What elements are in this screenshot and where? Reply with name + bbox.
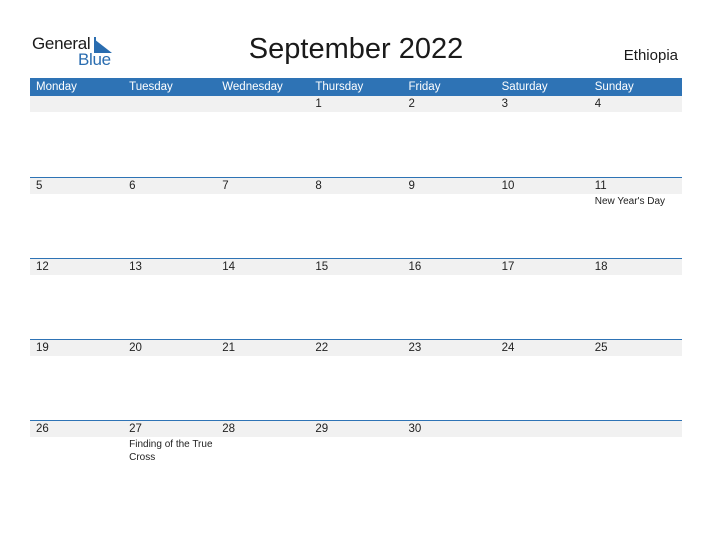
day-cell: 27 Finding of the True Cross <box>123 421 216 464</box>
day-number: 21 <box>222 342 236 354</box>
day-number: 25 <box>594 342 608 354</box>
week-cells: 1 2 3 4 <box>30 96 682 113</box>
day-cell: 1 <box>309 96 402 113</box>
day-cell <box>30 96 123 113</box>
day-number: 8 <box>315 180 322 192</box>
country-label: Ethiopia <box>623 47 678 64</box>
week-row: 26 27 Finding of the True Cross 28 29 30 <box>30 420 682 502</box>
day-cell: 19 <box>30 340 123 357</box>
day-number: 9 <box>408 180 415 192</box>
weekday-saturday: Saturday <box>501 81 548 93</box>
day-number: 1 <box>315 98 322 110</box>
day-cell: 14 <box>216 259 309 276</box>
day-cell: 9 <box>403 178 496 208</box>
day-number: 19 <box>36 342 49 354</box>
day-cell: 24 <box>496 340 589 357</box>
day-cell: 25 <box>589 340 682 357</box>
day-number: 23 <box>408 342 422 354</box>
holiday-label: Finding of the True Cross <box>129 439 213 463</box>
day-cell: 29 <box>309 421 402 464</box>
week-row: 1 2 3 4 <box>30 96 682 177</box>
day-number: 14 <box>222 261 236 273</box>
day-cell: 22 <box>309 340 402 357</box>
week-cells: 5 6 7 8 9 10 11 New Year's Day <box>30 178 682 208</box>
weekday-friday: Friday <box>408 81 441 93</box>
day-number: 7 <box>222 180 229 192</box>
day-number: 17 <box>501 261 515 273</box>
day-number <box>595 421 682 437</box>
holiday-label: New Year's Day <box>594 196 666 207</box>
day-number: 10 <box>501 180 515 192</box>
day-number <box>502 421 589 437</box>
day-number: 30 <box>408 423 422 435</box>
day-cell: 4 <box>589 96 682 113</box>
day-number: 3 <box>501 98 509 110</box>
day-number: 20 <box>129 342 142 354</box>
day-cell: 5 <box>30 178 123 208</box>
day-number <box>222 96 309 112</box>
day-number: 12 <box>36 261 49 273</box>
day-number: 2 <box>408 98 415 110</box>
day-cell: 20 <box>123 340 216 357</box>
day-number: 18 <box>594 261 608 273</box>
weekday-header: Monday Tuesday Wednesday Thursday Friday… <box>30 78 682 96</box>
calendar-title: September 2022 <box>248 33 464 65</box>
day-number: 22 <box>315 342 329 354</box>
day-cell: 16 <box>403 259 496 276</box>
day-cell: 13 <box>123 259 216 276</box>
day-number: 28 <box>222 423 236 435</box>
week-cells: 12 13 14 15 16 17 18 <box>30 259 682 276</box>
day-number: 11 <box>594 180 607 192</box>
day-cell: 3 <box>496 96 589 113</box>
week-row: 19 20 21 22 23 24 25 <box>30 339 682 421</box>
day-number <box>129 96 216 112</box>
day-cell: 6 <box>123 178 216 208</box>
week-row: 5 6 7 8 9 10 11 New Year's Day <box>30 177 682 259</box>
day-cell: 17 <box>496 259 589 276</box>
day-number: 5 <box>36 180 43 192</box>
day-cell <box>496 421 589 464</box>
day-cell: 10 <box>496 178 589 208</box>
day-number: 6 <box>129 180 136 192</box>
weekday-wednesday: Wednesday <box>222 81 283 93</box>
day-cell: 15 <box>309 259 402 276</box>
day-number: 16 <box>408 261 422 273</box>
day-cell <box>216 96 309 113</box>
week-row: 12 13 14 15 16 17 18 <box>30 258 682 340</box>
day-number: 27 <box>129 423 142 435</box>
day-number: 24 <box>501 342 515 354</box>
day-cell: 11 New Year's Day <box>589 178 682 208</box>
day-cell: 28 <box>216 421 309 464</box>
day-cell: 7 <box>216 178 309 208</box>
week-cells: 26 27 Finding of the True Cross 28 29 30 <box>30 421 682 464</box>
day-number <box>36 96 123 112</box>
day-cell: 18 <box>589 259 682 276</box>
day-cell: 8 <box>309 178 402 208</box>
day-cell <box>589 421 682 464</box>
weekday-tuesday: Tuesday <box>129 81 173 93</box>
day-number: 26 <box>36 423 49 435</box>
day-cell: 2 <box>403 96 496 113</box>
weekday-monday: Monday <box>36 81 77 93</box>
week-cells: 19 20 21 22 23 24 25 <box>30 340 682 357</box>
day-cell: 23 <box>403 340 496 357</box>
day-number: 4 <box>594 98 602 110</box>
day-number: 13 <box>129 261 142 273</box>
weekday-sunday: Sunday <box>594 81 634 93</box>
day-cell: 21 <box>216 340 309 357</box>
day-cell: 12 <box>30 259 123 276</box>
day-number: 15 <box>315 261 329 273</box>
day-cell <box>123 96 216 113</box>
day-number: 29 <box>315 423 329 435</box>
day-cell: 30 <box>403 421 496 464</box>
weekday-thursday: Thursday <box>315 81 364 93</box>
day-cell: 26 <box>30 421 123 464</box>
